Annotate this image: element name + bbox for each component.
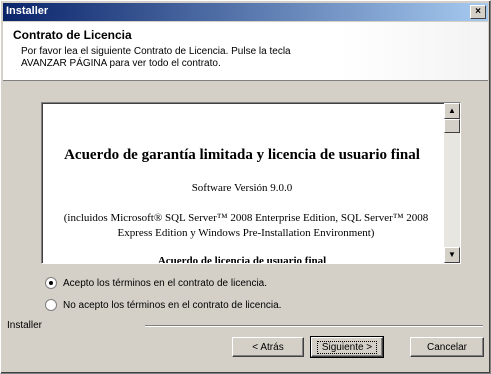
accept-label: Acepto los términos en el contrato de li…: [63, 277, 267, 289]
next-button[interactable]: Siguiente >: [310, 336, 384, 358]
title-bar: Installer ×: [3, 3, 488, 21]
next-button-label: Siguiente >: [316, 341, 378, 354]
scroll-down-arrow-icon[interactable]: ▼: [444, 247, 460, 263]
cancel-button[interactable]: Cancelar: [410, 337, 484, 357]
license-title: Acuerdo de garantía limitada y licencia …: [64, 147, 420, 163]
header-decoration: [338, 22, 488, 80]
window-title: Installer: [6, 5, 49, 17]
accept-option[interactable]: Acepto los términos en el contrato de li…: [45, 277, 267, 289]
footer-brand-label: Installer: [7, 320, 43, 331]
license-included-products: (incluidos Microsoft® SQL Server™ 2008 E…: [63, 212, 429, 239]
scroll-up-arrow-icon[interactable]: ▲: [444, 103, 460, 119]
header-panel: Contrato de Licencia Por favor lea el si…: [3, 22, 488, 81]
close-button[interactable]: ×: [470, 5, 486, 19]
back-button[interactable]: < Atrás: [232, 337, 304, 357]
license-next-heading: Acuerdo de licencia de usuario final: [157, 255, 327, 263]
page-title: Contrato de Licencia: [13, 28, 132, 42]
license-scrollbar[interactable]: ▲ ▼: [444, 103, 460, 263]
decline-radio[interactable]: [45, 299, 57, 311]
page-description: Por favor lea el siguiente Contrato de L…: [21, 46, 291, 69]
footer-divider: [145, 325, 483, 327]
scroll-thumb[interactable]: [444, 119, 460, 133]
license-version: Software Versión 9.0.0: [191, 182, 293, 194]
license-text-area[interactable]: Acuerdo de garantía limitada y licencia …: [41, 102, 461, 264]
installer-window: Installer × Contrato de Licencia Por fav…: [0, 0, 491, 374]
decline-label: No acepto los términos en el contrato de…: [63, 299, 282, 311]
accept-radio[interactable]: [45, 277, 57, 289]
decline-option[interactable]: No acepto los términos en el contrato de…: [45, 299, 281, 311]
license-content: Acuerdo de garantía limitada y licencia …: [42, 103, 442, 263]
